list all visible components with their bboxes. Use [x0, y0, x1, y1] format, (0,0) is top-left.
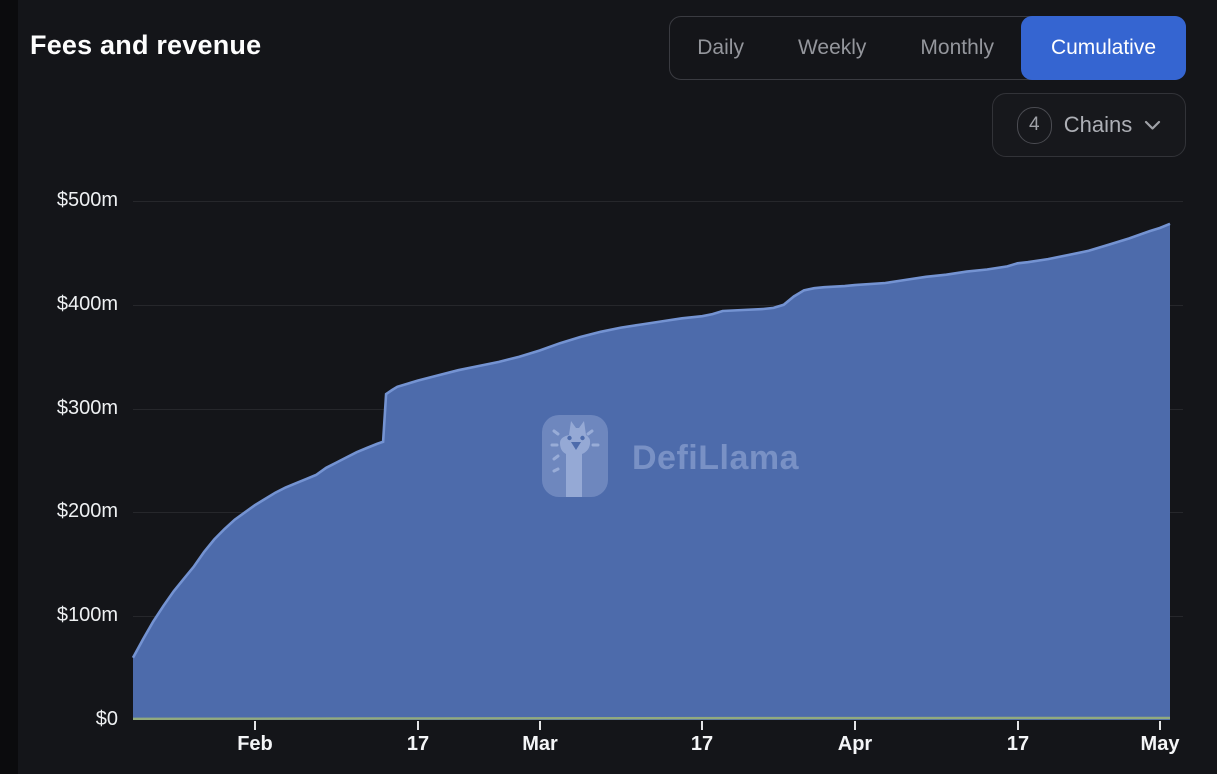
fees-revenue-chart[interactable] [0, 0, 1217, 774]
fees-revenue-panel: Fees and revenue Daily Weekly Monthly Cu… [0, 0, 1217, 774]
fees-area [133, 224, 1170, 720]
revenue-line [133, 718, 1170, 719]
